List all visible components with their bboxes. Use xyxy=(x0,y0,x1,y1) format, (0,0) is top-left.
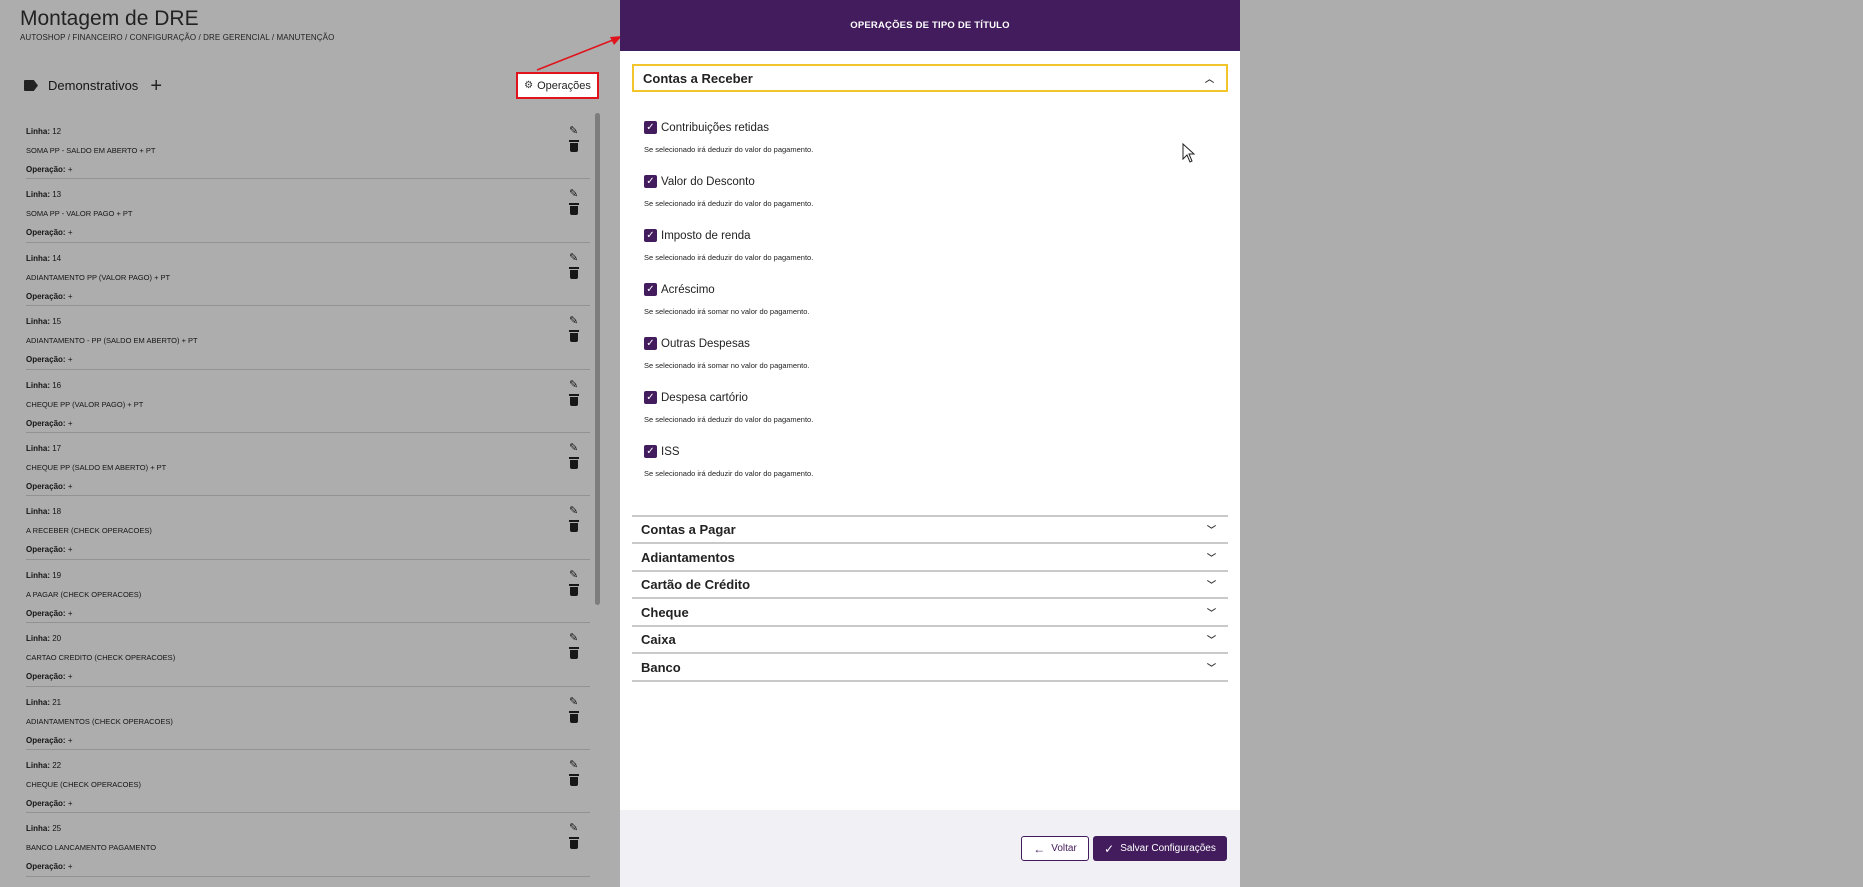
check-hint: Se selecionado irá deduzir do valor do p… xyxy=(644,199,814,208)
save-button-label: Salvar Configurações xyxy=(1120,843,1216,854)
check-label[interactable]: Imposto de renda xyxy=(661,230,751,242)
checkbox-icon[interactable]: ✓ xyxy=(644,337,657,350)
checkbox-icon[interactable]: ✓ xyxy=(644,283,657,296)
accordion-section[interactable]: Banco ﹀ xyxy=(632,655,1228,682)
check-label[interactable]: Contribuições retidas xyxy=(661,122,769,134)
accordion-section[interactable]: Contas a Pagar ﹀ xyxy=(632,517,1228,544)
modal-title: OPERAÇÕES DE TIPO DE TÍTULO xyxy=(620,0,1240,51)
check-hint: Se selecionado irá somar no valor do pag… xyxy=(644,307,810,316)
check-hint: Se selecionado irá deduzir do valor do p… xyxy=(644,469,814,478)
accordion-contas-a-receber[interactable]: Contas a Receber ︿ xyxy=(632,64,1228,92)
check-label[interactable]: Outras Despesas xyxy=(661,338,750,350)
check-option: ✓ Outras Despesas Se selecionado irá somar… xyxy=(644,337,1204,391)
checkbox-icon[interactable]: ✓ xyxy=(644,445,657,458)
operacoes-modal: OPERAÇÕES DE TIPO DE TÍTULO Contas a Rec… xyxy=(620,0,1240,887)
check-label[interactable]: Valor do Desconto xyxy=(661,176,755,188)
annotation-arrow xyxy=(536,36,622,71)
accordion-section[interactable]: Cartão de Crédito ﹀ xyxy=(632,572,1228,599)
checkbox-icon[interactable]: ✓ xyxy=(644,229,657,242)
chevron-down-icon: ﹀ xyxy=(1206,553,1216,563)
operacoes-button-label: Operações xyxy=(537,79,591,92)
mouse-cursor-icon xyxy=(1182,143,1196,163)
check-label[interactable]: Acréscimo xyxy=(661,284,715,296)
chevron-down-icon: ﹀ xyxy=(1206,525,1216,535)
chevron-down-icon: ﹀ xyxy=(1206,580,1216,590)
arrow-left-icon: ← xyxy=(1033,841,1046,856)
accordion-section[interactable]: Adiantamentos ﹀ xyxy=(632,545,1228,572)
checkbox-icon[interactable]: ✓ xyxy=(644,175,657,188)
checkbox-icon[interactable]: ✓ xyxy=(644,121,657,134)
accordion-title: Cartão de Crédito xyxy=(641,577,751,592)
accordion-title: Contas a Receber xyxy=(643,70,753,86)
accordion-title: Adiantamentos xyxy=(641,550,735,565)
check-option: ✓ Valor do Desconto Se selecionado irá ded… xyxy=(644,175,1204,229)
operacoes-button-highlight[interactable]: ⚙ Operações xyxy=(516,72,599,99)
back-button-label: Voltar xyxy=(1051,843,1077,854)
check-option: ✓ ISS Se selecionado irá deduzir do valor … xyxy=(644,445,1204,499)
check-hint: Se selecionado irá somar no valor do pag… xyxy=(644,361,810,370)
accordion-title: Banco xyxy=(641,660,681,675)
accordion-section[interactable]: Cheque ﹀ xyxy=(632,600,1228,627)
accordion-section[interactable]: Caixa ﹀ xyxy=(632,627,1228,654)
back-button[interactable]: ← Voltar xyxy=(1021,836,1089,861)
check-option: ✓ Despesa cartório Se selecionado irá dedu… xyxy=(644,391,1204,445)
check-list: ✓ Contribuições retidas Se selecionado irá… xyxy=(644,121,1204,499)
accordion-title: Contas a Pagar xyxy=(641,522,736,537)
accordion-title: Caixa xyxy=(641,632,676,647)
save-settings-button[interactable]: ✓ Salvar Configurações xyxy=(1093,836,1227,861)
chevron-down-icon: ﹀ xyxy=(1206,635,1216,645)
check-icon: ✓ xyxy=(1104,841,1115,856)
chevron-up-icon: ︿ xyxy=(1204,73,1214,84)
check-option: ✓ Acréscimo Se selecionado irá somar no va… xyxy=(644,283,1204,337)
accordion-title: Cheque xyxy=(641,605,689,620)
chevron-down-icon: ﹀ xyxy=(1206,663,1216,673)
check-option: ✓ Imposto de renda Se selecionado irá dedu… xyxy=(644,229,1204,283)
check-label[interactable]: ISS xyxy=(661,446,680,458)
checkbox-icon[interactable]: ✓ xyxy=(644,391,657,404)
check-hint: Se selecionado irá deduzir do valor do p… xyxy=(644,145,814,154)
gear-icon: ⚙ xyxy=(524,80,534,91)
check-label[interactable]: Despesa cartório xyxy=(661,392,748,404)
check-option: ✓ Contribuições retidas Se selecionado irá… xyxy=(644,121,1204,175)
check-hint: Se selecionado irá deduzir do valor do p… xyxy=(644,253,814,262)
check-hint: Se selecionado irá deduzir do valor do p… xyxy=(644,415,814,424)
chevron-down-icon: ﹀ xyxy=(1206,608,1216,618)
